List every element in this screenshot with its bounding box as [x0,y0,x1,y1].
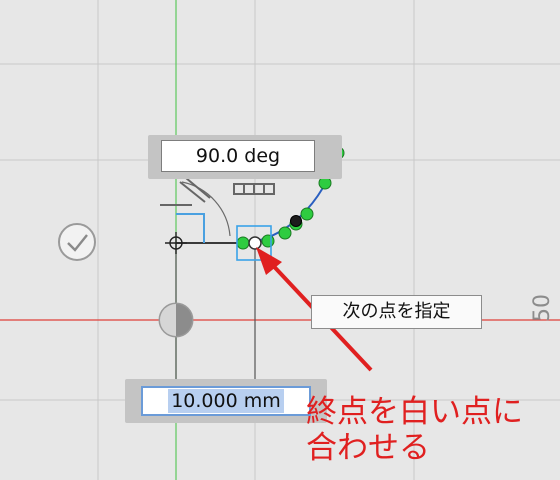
length-dimension-panel: 10.000 mm [125,379,327,423]
snap-toggle-icon[interactable] [158,302,194,338]
instruction-annotation: 終点を白い点に 合わせる [306,394,523,466]
length-value: 10.000 mm [168,389,284,413]
angle-input[interactable]: 90.0 deg [161,140,315,172]
annotation-line-1: 終点を白い点に [306,394,523,430]
pen-tool-icon [160,177,275,206]
next-point-tooltip: 次の点を指定 [311,295,482,329]
length-input[interactable]: 10.000 mm [141,386,311,416]
axis-tick-label: 50 [530,294,555,322]
cursor-crosshair-icon [165,232,187,254]
confirm-check-icon[interactable] [58,223,96,261]
annotation-line-2: 合わせる [306,430,430,466]
angle-dimension-panel: 90.0 deg [148,135,342,179]
end-point-white[interactable] [248,236,262,250]
